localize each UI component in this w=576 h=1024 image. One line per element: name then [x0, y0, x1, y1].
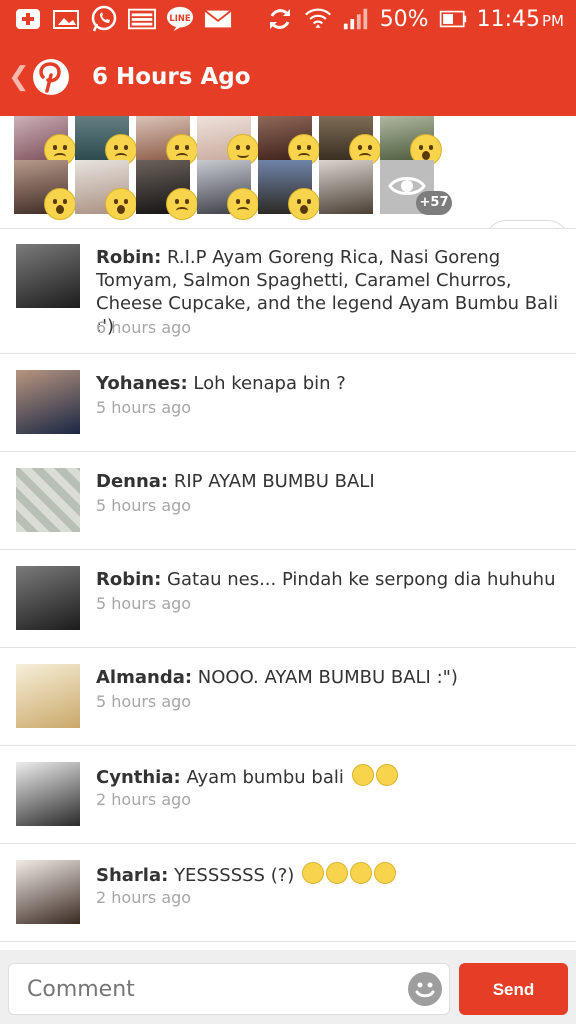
- more-reactions-count: +57: [416, 191, 452, 215]
- clock: 11:45 PM: [477, 7, 564, 32]
- reaction-avatar[interactable]: [380, 116, 442, 166]
- page-title: 6 Hours Ago: [92, 64, 251, 90]
- notification-icons: LINE: [14, 5, 232, 32]
- comment-item: Almanda: NOOO. AYAM BUMBU BALI :") 5 hou…: [0, 648, 576, 746]
- comment-message: RIP AYAM BUMBU BALI: [173, 471, 375, 492]
- sync-icon: [266, 6, 294, 32]
- comment-text: Robin: Gatau nes... Pindah ke serpong di…: [96, 568, 562, 591]
- comment-message: Ayam bumbu bali: [186, 767, 344, 788]
- reaction-avatar[interactable]: [75, 160, 137, 220]
- comment-message: Loh kenapa bin ?: [193, 373, 346, 394]
- comment-timestamp: 6 hours ago: [96, 318, 192, 337]
- avatar[interactable]: [16, 244, 80, 308]
- comment-author[interactable]: Cynthia:: [96, 767, 181, 788]
- comment-timestamp: 2 hours ago: [96, 790, 192, 809]
- reactions-panel: [0, 116, 576, 229]
- reaction-avatar[interactable]: [319, 116, 381, 166]
- status-bar: LINE 50% 11:45 PM: [0, 0, 576, 40]
- comment-timestamp: 2 hours ago: [96, 888, 192, 907]
- reaction-avatar[interactable]: [258, 116, 320, 166]
- system-indicators: 50% 11:45 PM: [266, 6, 564, 32]
- comment-timestamp: 5 hours ago: [96, 496, 192, 515]
- comment-message: NOOO. AYAM BUMBU BALI :"): [197, 667, 458, 688]
- avatar: [319, 160, 373, 214]
- whatsapp-icon: [90, 5, 118, 32]
- comment-text: Cynthia: Ayam bumbu bali: [96, 764, 562, 789]
- laughing-emoji-icon: [374, 862, 397, 884]
- chevron-left-icon[interactable]: ❮: [8, 62, 30, 92]
- comment-author[interactable]: Denna:: [96, 471, 168, 492]
- comment-timestamp: 5 hours ago: [96, 594, 192, 613]
- laughing-emoji-icon: [302, 862, 325, 884]
- comment-text: Denna: RIP AYAM BUMBU BALI: [96, 470, 562, 493]
- reaction-avatar[interactable]: [197, 160, 259, 220]
- crying-emoji-icon: [375, 764, 398, 786]
- avatar[interactable]: [16, 468, 80, 532]
- comment-item: Denna: RIP AYAM BUMBU BALI 5 hours ago: [0, 452, 576, 550]
- wifi-icon: [304, 6, 332, 32]
- reaction-avatar[interactable]: [14, 116, 76, 166]
- crying-emoji-icon: [351, 764, 374, 786]
- laughing-emoji-icon: [350, 862, 373, 884]
- send-button[interactable]: Send: [459, 963, 568, 1015]
- avatar[interactable]: [16, 860, 80, 924]
- line-icon-label: LINE: [169, 13, 190, 23]
- comment-message: Gatau nes... Pindah ke serpong dia huhuh…: [167, 569, 556, 590]
- battery-icon: [439, 6, 467, 32]
- reaction-avatar[interactable]: [136, 160, 198, 220]
- laughing-emoji-icon: [326, 862, 349, 884]
- avatar[interactable]: [16, 566, 80, 630]
- comment-author[interactable]: Robin:: [96, 247, 161, 268]
- avatar[interactable]: [16, 370, 80, 434]
- comment-text: Sharla: YESSSSSS (?): [96, 862, 562, 887]
- reaction-avatar[interactable]: [197, 116, 259, 166]
- comment-author[interactable]: Almanda:: [96, 667, 192, 688]
- comment-item: Yohanes: Loh kenapa bin ? 5 hours ago: [0, 354, 576, 452]
- avatar[interactable]: [16, 664, 80, 728]
- battery-percent: 50%: [379, 6, 429, 32]
- reaction-avatar[interactable]: [136, 116, 198, 166]
- comment-author[interactable]: Robin:: [96, 569, 161, 590]
- image-notification-icon: [52, 6, 80, 32]
- reaction-avatar[interactable]: [75, 116, 137, 166]
- smiley-icon[interactable]: [408, 972, 442, 1006]
- add-notification-icon: [14, 6, 42, 32]
- comment-timestamp: 5 hours ago: [96, 398, 192, 417]
- line-icon: LINE: [166, 6, 194, 32]
- reaction-avatar[interactable]: [319, 160, 373, 214]
- clock-ampm: PM: [542, 11, 564, 30]
- comment-item: Sharla: YESSSSSS (?) 2 hours ago: [0, 844, 576, 942]
- comment-item: Robin: Gatau nes... Pindah ke serpong di…: [0, 550, 576, 648]
- surprised-emoji-icon: [288, 188, 320, 220]
- comment-timestamp: 5 hours ago: [96, 692, 192, 711]
- surprised-emoji-icon: [105, 188, 137, 220]
- comment-text: Almanda: NOOO. AYAM BUMBU BALI :"): [96, 666, 562, 689]
- pinterest-logo-icon[interactable]: [32, 58, 70, 96]
- comment-item: Robin: R.I.P Ayam Goreng Rica, Nasi Gore…: [0, 228, 576, 354]
- gallery-icon: [128, 6, 156, 32]
- reaction-avatar[interactable]: [14, 160, 76, 220]
- comment-message: YESSSSSS (?): [174, 865, 295, 886]
- avatar[interactable]: [16, 762, 80, 826]
- comment-input[interactable]: [8, 963, 450, 1015]
- app-bar: ❮ 6 Hours Ago: [0, 40, 576, 116]
- surprised-emoji-icon: [44, 188, 76, 220]
- reaction-avatar[interactable]: [258, 160, 320, 220]
- comment-item: Cynthia: Ayam bumbu bali 2 hours ago: [0, 746, 576, 844]
- sad-emoji-icon: [166, 188, 198, 220]
- comment-list: Robin: R.I.P Ayam Goreng Rica, Nasi Gore…: [0, 228, 576, 942]
- sad-emoji-icon: [227, 188, 259, 220]
- clock-time: 11:45: [476, 6, 540, 32]
- comment-author[interactable]: Yohanes:: [96, 373, 188, 394]
- comment-author[interactable]: Sharla:: [96, 865, 168, 886]
- comment-text: Yohanes: Loh kenapa bin ?: [96, 372, 562, 395]
- email-icon: [204, 6, 232, 32]
- signal-icon: [342, 6, 370, 32]
